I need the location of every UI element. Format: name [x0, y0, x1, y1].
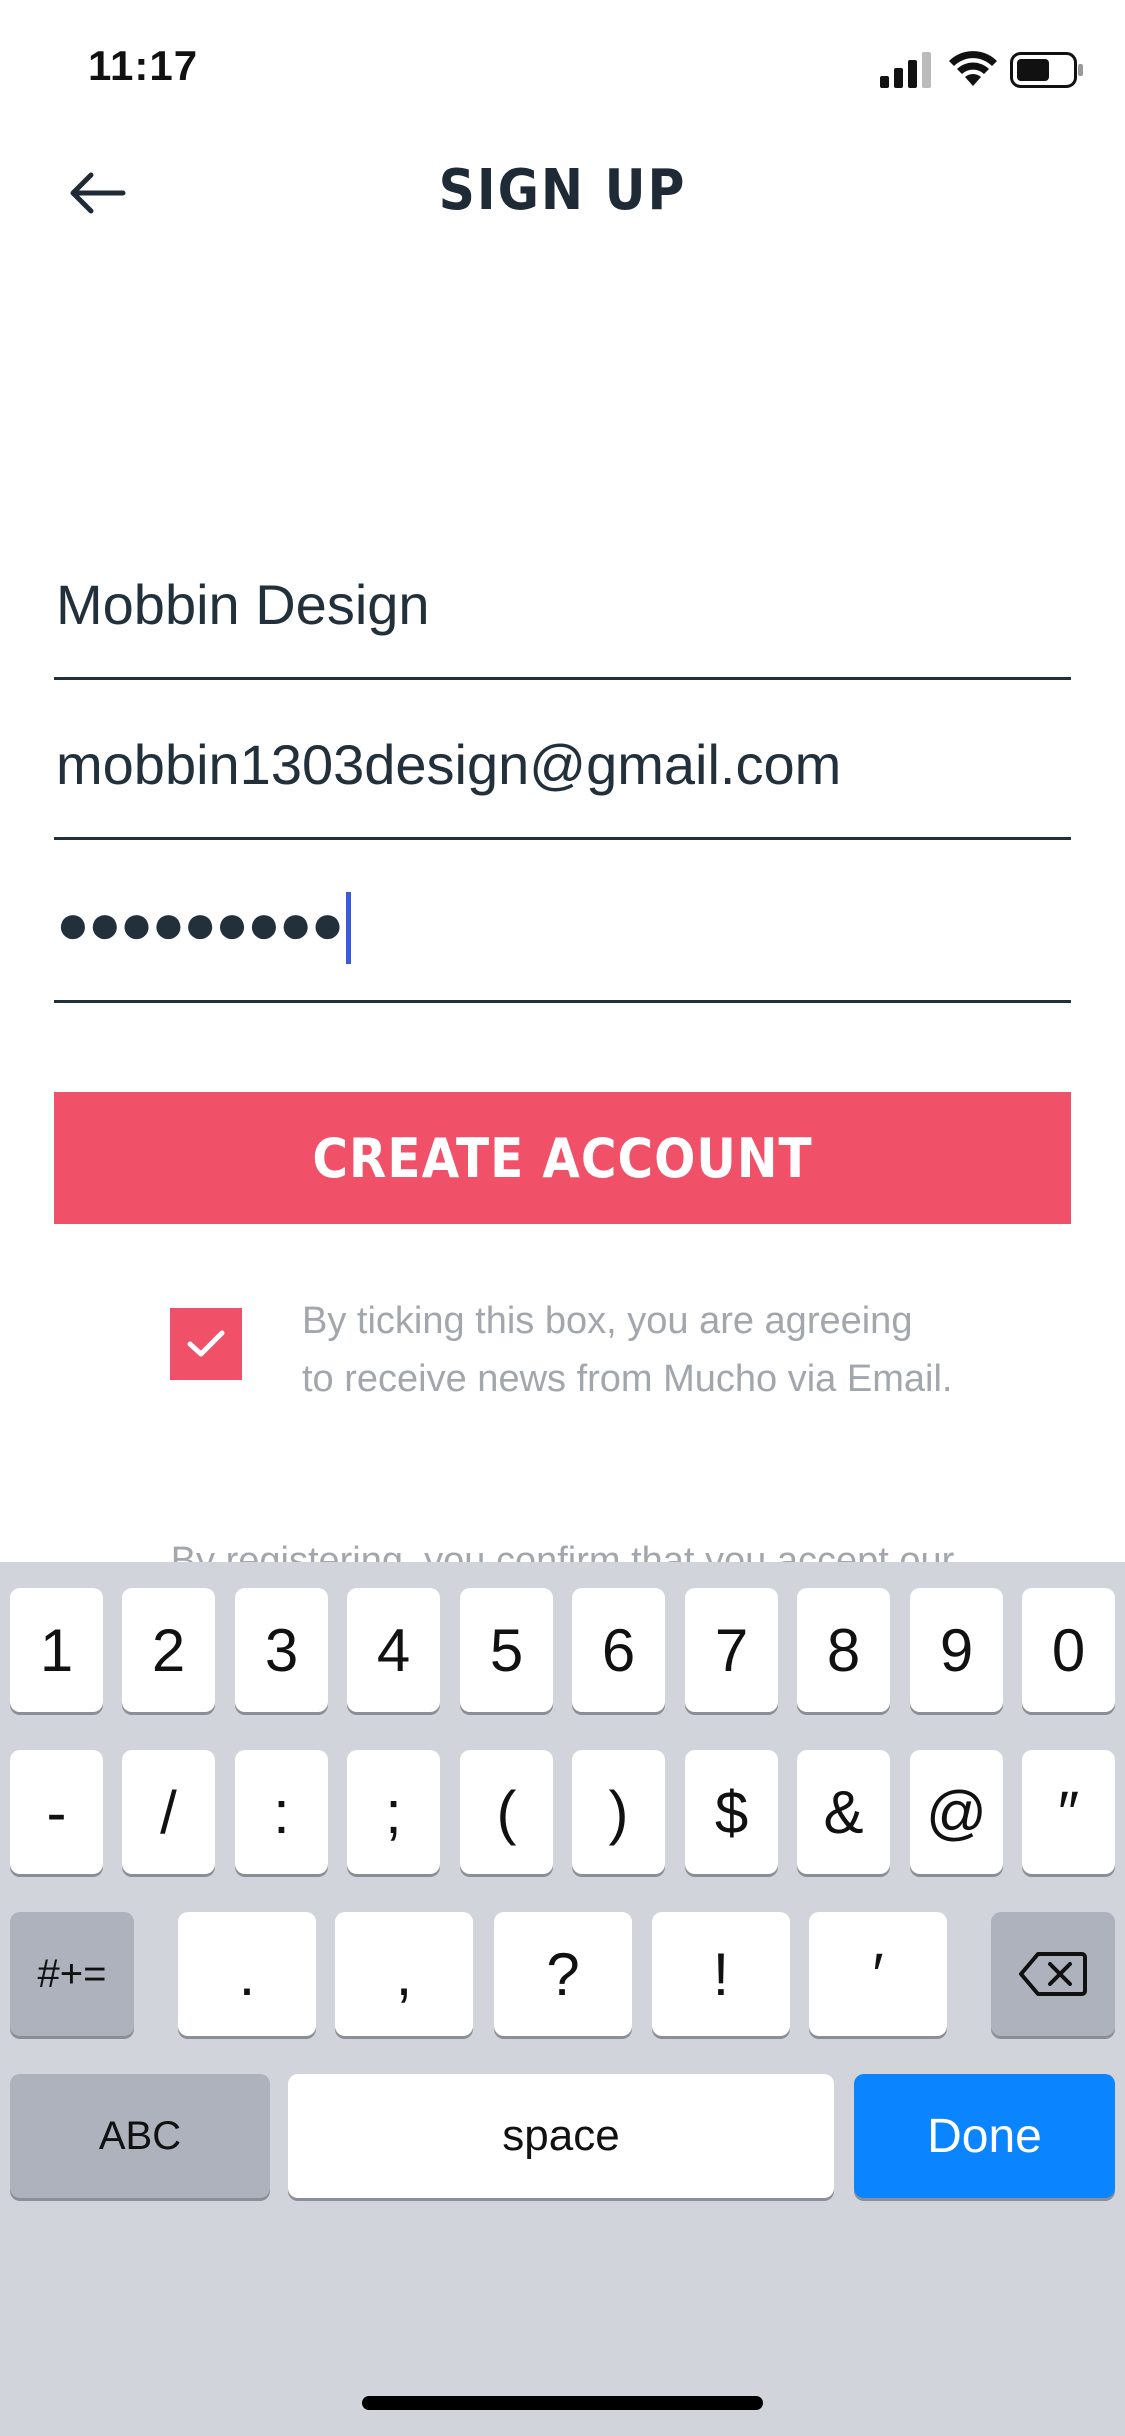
key-dollar[interactable]: $ — [685, 1750, 778, 1874]
key-exclamation[interactable]: ! — [652, 1912, 790, 2036]
page-title: SIGN UP — [438, 158, 687, 223]
home-indicator — [362, 2396, 763, 2410]
key-period[interactable]: . — [178, 1912, 316, 2036]
key-more-symbols[interactable]: #+= — [10, 1912, 134, 2036]
key-7[interactable]: 7 — [685, 1588, 778, 1712]
key-0[interactable]: 0 — [1022, 1588, 1115, 1712]
key-quote[interactable]: ″ — [1022, 1750, 1115, 1874]
key-abc[interactable]: ABC — [10, 2074, 270, 2198]
wifi-icon — [949, 51, 997, 86]
password-mask: ●●●●●●●●● — [56, 891, 344, 955]
password-value: ●●●●●●●●● — [56, 891, 352, 964]
key-comma[interactable]: , — [335, 1912, 473, 2036]
key-open-paren[interactable]: ( — [460, 1750, 553, 1874]
key-1[interactable]: 1 — [10, 1588, 103, 1712]
key-apostrophe[interactable]: ′ — [809, 1912, 947, 2036]
backspace-icon — [1019, 1952, 1087, 1996]
key-9[interactable]: 9 — [910, 1588, 1003, 1712]
key-semicolon[interactable]: ; — [347, 1750, 440, 1874]
password-field[interactable]: ●●●●●●●●● — [54, 840, 1071, 1003]
done-key[interactable]: Done — [854, 2074, 1115, 2198]
key-6[interactable]: 6 — [572, 1588, 665, 1712]
delete-key[interactable] — [991, 1912, 1115, 2036]
name-field[interactable]: Mobbin Design — [54, 520, 1071, 680]
key-close-paren[interactable]: ) — [572, 1750, 665, 1874]
key-slash[interactable]: / — [122, 1750, 215, 1874]
email-field[interactable]: mobbin1303design@gmail.com — [54, 680, 1071, 840]
name-value: Mobbin Design — [56, 573, 430, 636]
cellular-signal-icon — [880, 52, 931, 88]
key-question[interactable]: ? — [494, 1912, 632, 2036]
numeric-keyboard: 1 2 3 4 5 6 7 8 9 0 - / : ; ( ) $ & @ ″ … — [0, 1562, 1125, 2436]
status-time: 11:17 — [88, 42, 199, 89]
key-2[interactable]: 2 — [122, 1588, 215, 1712]
key-4[interactable]: 4 — [347, 1588, 440, 1712]
key-at[interactable]: @ — [910, 1750, 1003, 1874]
key-hyphen[interactable]: - — [10, 1750, 103, 1874]
battery-icon — [1010, 52, 1083, 88]
key-ampersand[interactable]: & — [797, 1750, 890, 1874]
status-bar: 11:17 — [0, 0, 1125, 132]
key-8[interactable]: 8 — [797, 1588, 890, 1712]
checkmark-icon — [187, 1330, 225, 1357]
key-colon[interactable]: : — [235, 1750, 328, 1874]
key-3[interactable]: 3 — [235, 1588, 328, 1712]
key-5[interactable]: 5 — [460, 1588, 553, 1712]
text-caret — [346, 892, 352, 964]
consent-checkbox[interactable] — [170, 1308, 242, 1380]
space-key[interactable]: space — [288, 2074, 834, 2198]
consent-text: By ticking this box, you are agreeing to… — [302, 1292, 1002, 1408]
consent-line-2: to receive news from Mucho via Email. — [302, 1358, 953, 1400]
email-value: mobbin1303design@gmail.com — [56, 733, 842, 796]
consent-line-1: By ticking this box, you are agreeing — [302, 1300, 913, 1342]
create-account-button[interactable]: CREATE ACCOUNT — [54, 1092, 1071, 1224]
